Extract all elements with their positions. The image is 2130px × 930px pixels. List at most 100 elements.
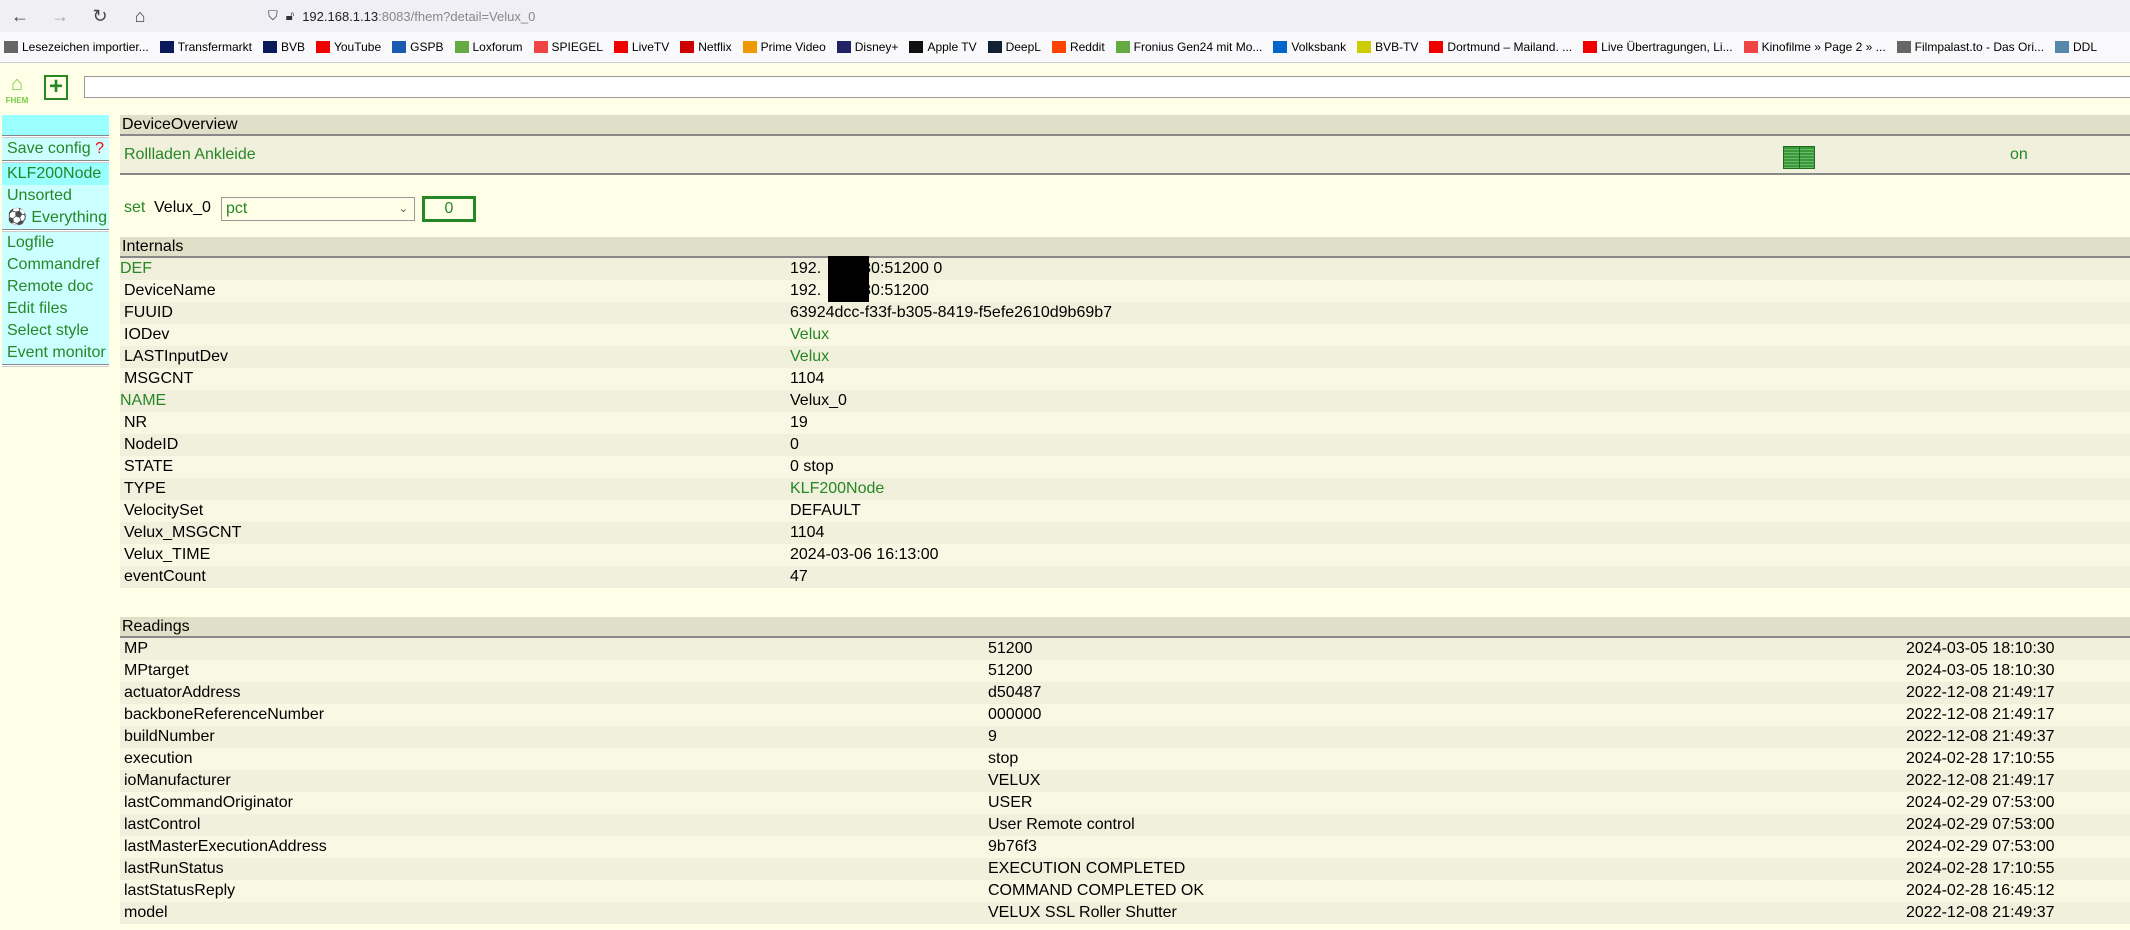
bookmark-item[interactable]: Loxforum [454,40,523,54]
bookmark-item[interactable]: LiveTV [613,40,670,54]
internal-value[interactable]: KLF200Node [790,478,884,500]
bookmark-item[interactable]: Filmpalast.to - Das Ori... [1896,40,2044,54]
reading-name[interactable]: MP [124,638,148,660]
bookmark-item[interactable]: SPIEGEL [533,40,603,54]
reading-name[interactable]: execution [124,748,193,770]
bookmark-item[interactable]: Disney+ [836,40,898,54]
sidebar: Save config ? KLF200Node Unsorted ⚽ Everyt… [2,115,109,367]
bookmark-item[interactable]: Apple TV [909,40,977,54]
reload-icon[interactable]: ↻ [80,6,120,27]
bookmark-icon [1357,41,1372,53]
bookmark-item[interactable]: Kinofilme » Page 2 » ... [1743,40,1886,54]
internal-value: 63924dcc-f33f-b305-8419-f5efe2610d9b69b7 [790,302,1112,324]
reading-name[interactable]: ioManufacturer [124,770,231,792]
sidebar-room-unsorted[interactable]: Unsorted [2,185,109,207]
sidebar-link-remote-doc[interactable]: Remote doc [2,276,109,298]
sidebar-link-commandref[interactable]: Commandref [2,254,109,276]
bookmark-icon [2055,41,2070,53]
internal-value[interactable]: Velux [790,324,829,346]
reading-name[interactable]: lastCommandOriginator [124,792,293,814]
home-icon[interactable]: ⌂ [120,6,160,27]
bookmark-icon [1115,41,1130,53]
sidebar-item-label: Unsorted [7,187,72,204]
reading-name[interactable]: model [124,902,168,924]
bookmark-icon [1273,41,1288,53]
value-text: 30:51200 [862,282,929,299]
reading-name[interactable]: lastControl [124,814,200,836]
reading-timestamp: 2024-02-29 07:53:00 [1906,794,2055,811]
sidebar-link-event-monitor[interactable]: Event monitor [2,342,109,364]
bookmark-item[interactable]: Netflix [680,40,732,54]
save-config-link[interactable]: Save config ? [2,138,109,160]
shutter-icon[interactable] [1783,146,1815,169]
sidebar-link-edit-files[interactable]: Edit files [2,298,109,320]
reading-name[interactable]: backboneReferenceNumber [124,704,324,726]
insecure-lock-icon: 🔓︎ [285,8,295,23]
reading-value: 9 [988,728,997,745]
bookmark-icon [1583,41,1598,53]
internal-name[interactable]: DEF [120,258,152,280]
reading-timestamp: 2024-02-29 07:53:00 [1906,816,2055,833]
sidebar-link-select-style[interactable]: Select style [2,320,109,342]
reading-name[interactable]: MPtarget [124,660,189,682]
bookmark-item[interactable]: Live Übertragungen, Li... [1583,40,1733,54]
bookmark-item[interactable]: Prime Video [742,40,826,54]
internal-row: NodeID 0 [120,434,2130,456]
reading-name[interactable]: lastMasterExecutionAddress [124,836,327,858]
reading-name[interactable]: buildNumber [124,726,215,748]
sidebar-room-everything[interactable]: ⚽ Everything [2,207,109,229]
internal-name[interactable]: NAME [120,390,166,412]
value-text: KLF200Node [790,480,885,497]
bookmark-icon [1896,41,1911,53]
reading-value: stop [988,750,1019,767]
bookmark-icon [742,41,757,53]
bookmark-item[interactable]: BVB-TV [1357,40,1418,54]
internal-row: FUUID 63924dcc-f33f-b305-8419-f5efe2610d9… [120,302,2130,324]
bookmark-item[interactable]: YouTube [315,40,381,54]
bookmark-item[interactable]: Reddit [1051,40,1105,54]
internal-value[interactable]: Velux [790,346,829,368]
internal-row: DEF 192. 30:51200 0 [120,258,2130,280]
url-bar[interactable]: ⛉ 🔓︎ 192.168.1.13:8083/fhem?detail=Velux… [262,0,2130,32]
command-input[interactable] [84,76,2130,98]
bookmark-item[interactable]: BVB [262,40,305,54]
internal-row: NAME Velux_0 [120,390,2130,412]
forward-icon[interactable]: → [40,6,80,27]
reading-value: d50487 [988,684,1042,701]
bookmark-item[interactable]: DeepL [987,40,1041,54]
bookmark-item[interactable]: Lesezeichen importier... [4,40,149,54]
bookmark-label: LiveTV [631,40,670,54]
internal-name: STATE [124,458,174,475]
add-button[interactable]: + [44,75,68,100]
bookmark-item[interactable]: Fronius Gen24 mit Mo... [1115,40,1262,54]
device-state[interactable]: on [2010,146,2028,164]
reading-value: 51200 [988,662,1033,679]
set-row: set Velux_0 pct ⌄ 0 [120,175,2130,237]
set-command-select[interactable]: pct ⌄ [221,197,415,221]
internal-row: MSGCNT 1104 [120,368,2130,390]
bookmark-item[interactable]: Transfermarkt [159,40,252,54]
bookmark-item[interactable]: GSPB [392,40,444,54]
sidebar-link-logfile[interactable]: Logfile [2,232,109,254]
bookmark-label: BVB-TV [1375,40,1419,54]
reading-timestamp: 2024-03-05 18:10:30 [1906,640,2055,657]
bookmark-item[interactable]: DDL [2055,40,2097,54]
back-icon[interactable]: ← [0,6,40,27]
reading-name[interactable]: lastRunStatus [124,858,224,880]
reading-timestamp: 2022-12-08 21:49:17 [1906,706,2055,723]
bookmark-label: GSPB [410,40,444,54]
browser-toolbar: ← → ↻ ⌂ ⛉ 🔓︎ 192.168.1.13:8083/fhem?deta… [0,0,2130,32]
sidebar-top [2,115,109,135]
bookmark-item[interactable]: Volksbank [1273,40,1346,54]
bookmark-item[interactable]: Dortmund – Mailand. ... [1429,40,1572,54]
reading-name[interactable]: lastStatusReply [124,880,235,902]
fhem-logo[interactable]: ⌂ FHEM [4,72,30,108]
reading-name[interactable]: actuatorAddress [124,682,241,704]
value-text: DEFAULT [790,502,861,519]
set-value-input[interactable]: 0 [422,196,476,222]
device-alias-link[interactable]: Rollladen Ankleide [124,146,256,164]
device-overview-header: DeviceOverview [120,115,2130,136]
set-button[interactable]: set [124,199,145,217]
reading-value: 000000 [988,706,1042,723]
sidebar-room-klf200node[interactable]: KLF200Node [2,163,109,185]
